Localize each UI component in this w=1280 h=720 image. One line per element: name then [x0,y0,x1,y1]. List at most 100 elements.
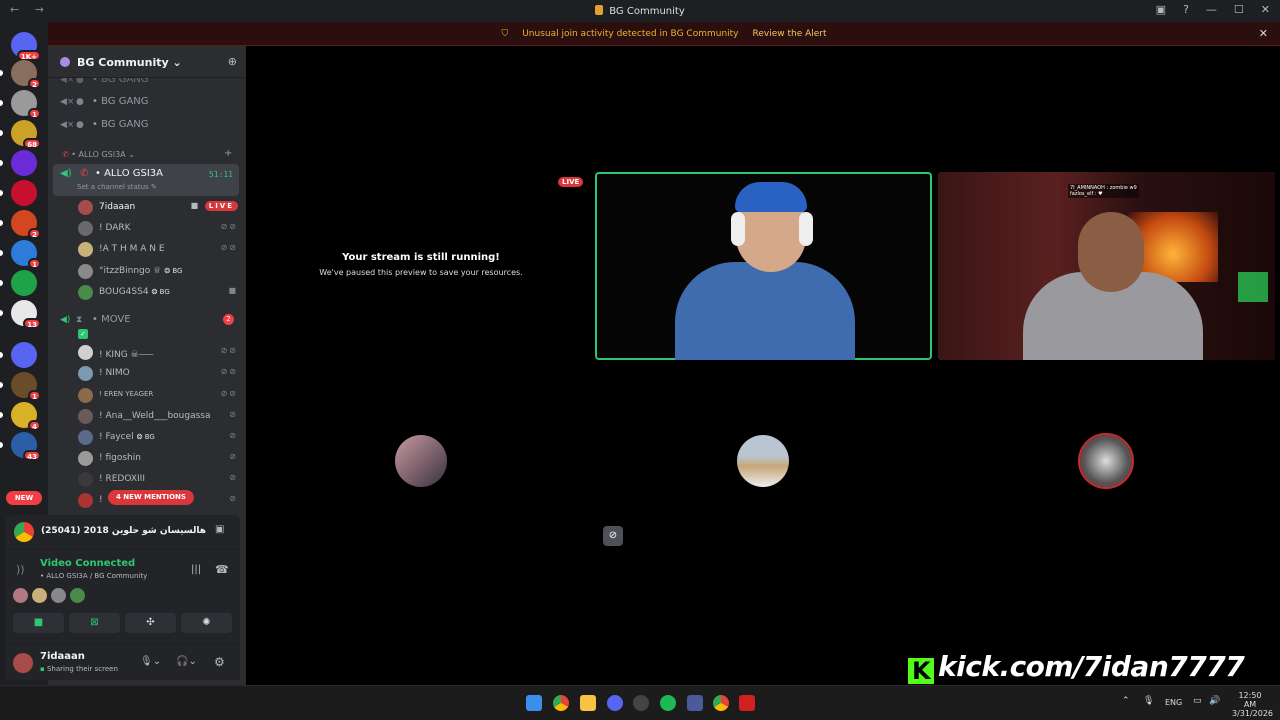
server-icon[interactable]: 2 [0,60,41,89]
category-header[interactable]: ✆ • ALLO GSI3A ⌄ [62,150,135,159]
voice-member[interactable]: ! figoshin ⊘ [78,450,238,468]
spotify-icon[interactable] [660,695,676,711]
voice-location[interactable]: • ALLO GSI3A / BG Community [40,572,147,580]
tile-dark[interactable] [938,366,1275,556]
video-tile-camera-2[interactable]: 7I_AMINNAOH : zombie w9 fazlos_elf : ♥ [938,172,1275,360]
voice-channel[interactable]: ◀× ● • BG GANG [60,96,149,107]
headphones-icon[interactable]: 🎧⌄ [176,656,197,667]
clock[interactable]: 12:50 AM 3/31/2026 [1232,691,1273,718]
server-icon[interactable]: 4 [0,402,41,431]
voice-channel[interactable]: ◀× ● • BG GANG [60,119,149,130]
muted-icon: ⊘ [229,431,238,440]
volume-icon[interactable]: 🔊 [1209,696,1220,706]
settings-gear-icon[interactable]: ⚙ [214,655,225,669]
server-icon[interactable] [0,270,37,296]
muted-icon: ⊘⊘ [220,346,238,355]
server-icon[interactable]: 68 [0,120,41,149]
server-icon[interactable]: 43 [0,432,41,461]
soundboard-button[interactable]: ✺ [181,613,232,633]
phone-icon: ✆ [62,150,72,159]
voice-member[interactable]: ! NIMO ⊘⊘ [78,365,238,383]
close-window-button[interactable]: ✕ [1261,3,1270,16]
server-icon[interactable]: 1 [0,90,41,119]
add-channel-icon[interactable]: + [224,148,232,159]
server-icon[interactable]: 1K+ [11,32,41,61]
language-indicator[interactable]: ENG [1165,698,1182,707]
connection-icon: )) [16,563,25,576]
role-tag: ❂ BG [136,433,155,441]
mention-badge: 43 [23,450,41,461]
stream-preview-paused[interactable]: Your stream is still running! We've paus… [252,172,590,360]
network-icon[interactable]: ▭ [1193,696,1202,706]
chrome-icon-2[interactable] [713,695,729,711]
review-alert-link[interactable]: Review the Alert [753,29,827,39]
server-icon[interactable]: 13 [0,300,41,329]
unread-pip [0,412,3,418]
camera-icon: ■ [228,286,238,295]
user-status: ▪ Sharing their screen [40,665,118,673]
participant-avatar[interactable] [13,588,28,603]
unread-pip [0,442,3,448]
activities-button[interactable]: ✣ [125,613,176,633]
file-explorer-icon[interactable] [580,695,596,711]
participant-avatar[interactable] [51,588,66,603]
voice-member[interactable]: ! Faycel ❂ BG ⊘ [78,429,238,447]
server-header[interactable]: BG Community ⌄ ⊕ [48,46,246,78]
active-voice-channel[interactable]: ◀) ✆ • ALLO GSI3A 51:11 Set a channel status… [53,164,239,196]
server-icon[interactable]: 2 [0,210,41,239]
voice-member[interactable]: ! DARK ⊘⊘ [78,220,238,238]
tile-pink[interactable] [252,366,590,556]
start-icon[interactable] [526,695,542,711]
avatar [78,472,93,487]
chrome-icon[interactable] [553,695,569,711]
tray-chevron-icon[interactable]: ⌃ [1122,696,1130,706]
app-icon[interactable] [633,695,649,711]
server-icon[interactable] [0,342,37,368]
invite-people-icon[interactable]: ⊕ [228,55,237,68]
voice-member[interactable]: ! REDOXIII ⊘ [78,471,238,489]
voice-channel-move[interactable]: ◀) ⧗ • MOVE [60,314,131,325]
voice-member[interactable]: ! Ana__Weld___bougassa ⊘ [78,408,238,426]
new-unreads-pill[interactable]: NEW [6,491,42,505]
app-icon-2[interactable] [687,695,703,711]
video-tile-camera[interactable] [595,172,932,360]
participant-avatar[interactable] [70,588,85,603]
microphone-tray-icon[interactable]: 🎙 [1143,696,1154,706]
avatar [78,221,93,236]
muted-icon: ⊘ [229,494,238,503]
discord-icon[interactable] [607,695,623,711]
channel-status[interactable]: Set a channel status ✎ [77,183,157,191]
maximize-button[interactable]: ☐ [1234,3,1244,16]
server-icon[interactable] [0,150,37,176]
help-icon[interactable]: ? [1183,3,1189,16]
microphone-icon[interactable]: 🎙⌄ [140,656,161,667]
avatar [737,435,789,487]
stream-paused-title: Your stream is still running! [342,252,500,263]
avatar[interactable] [13,653,33,673]
activity-row[interactable]: (25041) 2018 أعدية هالسيسان شو حلوين ...… [5,515,240,550]
media-icon[interactable] [739,695,755,711]
voice-member[interactable]: ! KING ☠⸺ ⊘⊘ [78,344,238,362]
noise-suppression-icon[interactable]: ||| [191,564,201,575]
voice-member[interactable]: ! EREN YEAGER ⊘⊘ [78,387,238,405]
server-icon[interactable]: 1 [0,372,41,401]
title-bar: ← → BG Community ▣ ? — ☐ ✕ [0,0,1280,22]
inbox-icon[interactable]: ▣ [1156,3,1166,16]
avatar [78,388,93,403]
server-icon[interactable] [0,180,37,206]
video-camera-button[interactable]: ■ [13,613,64,633]
screen-icon[interactable]: ▣ [215,524,224,535]
close-icon[interactable]: ✕ [1259,27,1268,40]
voice-member[interactable]: !A T H M A N E ⊘⊘ [78,241,238,259]
new-mentions-pill[interactable]: 4 NEW MENTIONS [108,490,194,505]
voice-member[interactable]: 7idaaan ■ LIVE [78,199,238,217]
tile-beige[interactable]: ⊘ [595,366,932,556]
avatar [78,285,93,300]
minimize-button[interactable]: — [1206,3,1217,16]
screen-share-button[interactable]: ⊠ [69,613,120,633]
participant-avatar[interactable] [32,588,47,603]
voice-member[interactable]: BOUG4SS4 ❂ BG ■ [78,284,238,302]
disconnect-icon[interactable]: ☎ [215,563,229,576]
server-icon[interactable]: 1 [0,240,41,269]
voice-member[interactable]: °itzzBinngo ♕ ❂ BG [78,263,238,281]
